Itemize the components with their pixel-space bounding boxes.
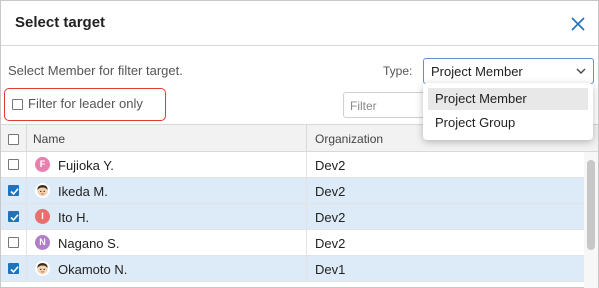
type-select-value: Project Member [431, 64, 523, 79]
member-organization: Dev2 [315, 236, 346, 251]
table-row[interactable]: I Ito H. Dev2 [1, 204, 584, 230]
column-divider [306, 204, 307, 230]
close-icon[interactable] [569, 15, 587, 33]
column-divider [26, 256, 27, 282]
column-divider [306, 256, 307, 282]
member-grid: Name Organization F Fujioka Y. Dev2 Ikeda M… [1, 124, 598, 288]
column-divider [26, 125, 27, 153]
avatar: F [35, 157, 50, 172]
person-avatar-icon [35, 183, 50, 198]
column-divider [306, 152, 307, 178]
select-all-checkbox[interactable] [8, 134, 19, 145]
column-divider [306, 230, 307, 256]
member-name: Ikeda M. [58, 184, 108, 199]
chevron-down-icon [576, 68, 586, 74]
column-header-organization[interactable]: Organization [315, 132, 383, 146]
type-select[interactable]: Project Member [423, 58, 594, 84]
instruction-text: Select Member for filter target. [8, 63, 183, 78]
column-divider [26, 230, 27, 256]
filter-placeholder: Filter [350, 99, 377, 113]
row-checkbox[interactable] [8, 263, 19, 274]
member-name: Ito H. [58, 210, 90, 225]
type-dropdown-menu: Project Member Project Group [423, 83, 593, 140]
row-checkbox[interactable] [8, 237, 19, 248]
member-name: Nagano S. [58, 236, 120, 251]
avatar: N [35, 235, 50, 250]
column-divider [26, 204, 27, 230]
member-organization: Dev2 [315, 184, 346, 199]
column-divider [26, 178, 27, 204]
dropdown-option-project-member[interactable]: Project Member [428, 88, 588, 110]
table-row[interactable]: F Fujioka Y. Dev2 [1, 152, 584, 178]
table-row[interactable]: N Nagano S. Dev2 [1, 230, 584, 256]
leader-only-label: Filter for leader only [28, 96, 143, 111]
dropdown-option-project-group[interactable]: Project Group [428, 112, 588, 134]
dialog-title: Select target [15, 14, 106, 31]
filter-input[interactable]: Filter [343, 92, 433, 118]
table-row[interactable]: Okamoto N. Dev1 [1, 256, 584, 282]
leader-only-filter[interactable]: Filter for leader only [4, 88, 166, 121]
type-label: Type: [383, 64, 413, 78]
column-divider [26, 152, 27, 178]
table-row[interactable]: Ikeda M. Dev2 [1, 178, 584, 204]
column-divider [306, 125, 307, 153]
leader-only-checkbox[interactable] [12, 99, 23, 110]
row-checkbox[interactable] [8, 185, 19, 196]
grid-scrollbar-thumb[interactable] [587, 160, 595, 250]
person-avatar-icon [35, 261, 50, 276]
avatar: I [35, 209, 50, 224]
member-organization: Dev2 [315, 210, 346, 225]
member-name: Fujioka Y. [58, 158, 114, 173]
dialog-header: Select target [1, 1, 598, 46]
column-header-name[interactable]: Name [33, 132, 65, 146]
row-checkbox[interactable] [8, 211, 19, 222]
member-organization: Dev2 [315, 158, 346, 173]
select-target-dialog: Select target Select Member for filter t… [0, 0, 599, 288]
member-organization: Dev1 [315, 262, 346, 277]
member-name: Okamoto N. [58, 262, 128, 277]
column-divider [306, 178, 307, 204]
row-checkbox[interactable] [8, 159, 19, 170]
